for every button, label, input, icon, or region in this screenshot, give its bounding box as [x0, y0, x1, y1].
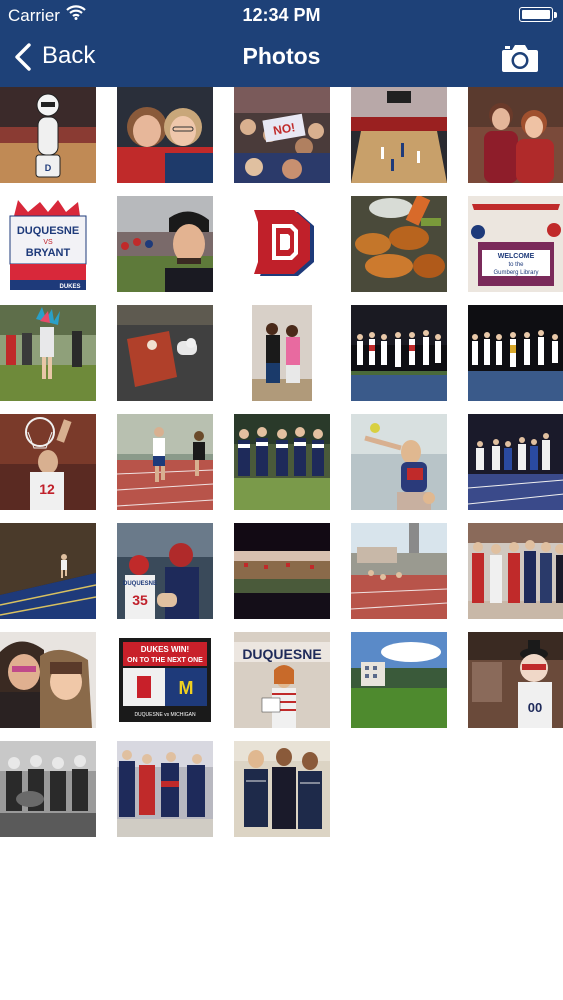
poster-vs: VS [43, 239, 53, 246]
camera-button[interactable] [501, 42, 539, 74]
poster-opponent: BRYANT [26, 247, 71, 259]
photo-thumbnail[interactable] [0, 523, 96, 619]
status-bar: Carrier 12:34 PM [0, 0, 563, 30]
photo-thumbnail[interactable] [234, 196, 330, 292]
photo-thumbnail[interactable]: DUQUESNE 35 [117, 523, 213, 619]
photo-thumbnail[interactable] [351, 632, 447, 728]
photo-thumbnail[interactable]: WELCOME to the Gumberg Library [468, 196, 563, 292]
photo-thumbnail[interactable]: D [0, 87, 96, 183]
photo-thumbnail[interactable] [117, 414, 213, 510]
photo-thumbnail[interactable] [0, 305, 96, 401]
svg-text:D: D [45, 163, 52, 173]
photo-thumbnail[interactable] [0, 741, 96, 837]
photo-thumbnail[interactable] [117, 305, 213, 401]
jersey-number: 35 [132, 592, 148, 608]
sign-line-1: WELCOME [498, 253, 535, 260]
photo-thumbnail[interactable] [351, 523, 447, 619]
mascot-number: 00 [528, 700, 542, 715]
battery-icon [519, 7, 557, 22]
poster-title: DUQUESNE [17, 225, 79, 237]
photo-thumbnail[interactable] [351, 414, 447, 510]
photo-thumbnail[interactable]: DUKES WIN! ON TO THE NEXT ONE M DUQUESNE… [117, 632, 213, 728]
clock: 12:34 PM [242, 5, 321, 25]
svg-text:M: M [179, 678, 194, 698]
photo-thumbnail[interactable]: 12 [0, 414, 96, 510]
promo-headline-2: ON TO THE NEXT ONE [127, 657, 203, 664]
sign-line-3: Gumberg Library [493, 270, 538, 276]
page-title: Photos [242, 43, 321, 69]
photo-thumbnail[interactable] [468, 87, 563, 183]
photo-thumbnail[interactable] [468, 523, 563, 619]
photo-thumbnail[interactable]: DUQUESNE VS BRYANT DUKES [0, 196, 96, 292]
photo-thumbnail[interactable] [0, 632, 96, 728]
photo-thumbnail[interactable] [468, 305, 563, 401]
photo-thumbnail[interactable] [117, 741, 213, 837]
navigation-header: Carrier 12:34 PM Back Photos [0, 0, 563, 87]
photo-thumbnail[interactable] [117, 196, 213, 292]
photo-thumbnail[interactable] [234, 741, 330, 837]
jersey-text: DUQUESNE [123, 581, 157, 587]
photo-thumbnail[interactable] [351, 305, 447, 401]
photo-thumbnail[interactable] [234, 523, 330, 619]
photo-thumbnail[interactable]: DUQUESNE [234, 632, 330, 728]
photo-thumbnail[interactable] [117, 87, 213, 183]
camera-icon [502, 45, 538, 72]
sign-line-2: to the [508, 262, 524, 268]
promo-headline-1: DUKES WIN! [141, 645, 189, 654]
photo-thumbnail[interactable] [351, 87, 447, 183]
photo-thumbnail[interactable]: 00 [468, 632, 563, 728]
photo-thumbnail[interactable] [351, 196, 447, 292]
photo-thumbnail[interactable] [468, 414, 563, 510]
photo-thumbnail[interactable] [234, 414, 330, 510]
banner-text: DUQUESNE [242, 646, 321, 662]
photo-thumbnail[interactable] [234, 305, 330, 401]
photo-thumbnail[interactable]: NO! [234, 87, 330, 183]
duquesne-logo-icon [234, 196, 330, 292]
poster-footer: DUKES [59, 284, 80, 290]
svg-text:12: 12 [39, 481, 55, 497]
promo-footer: DUQUESNE vs MICHIGAN [134, 712, 196, 718]
